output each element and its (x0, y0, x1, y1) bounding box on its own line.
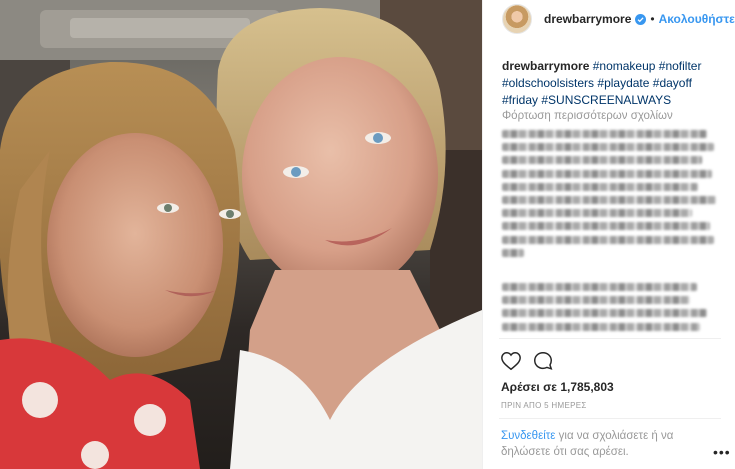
hashtag[interactable]: #SUNSCREENALWAYS (541, 93, 671, 107)
selfie-image (0, 0, 482, 469)
blurred-comment (502, 130, 722, 262)
post-caption: drewbarrymore #nomakeup #nofilter #oldsc… (502, 58, 730, 109)
blurred-comment (502, 283, 722, 336)
divider (499, 338, 721, 339)
login-prompt: Συνδεθείτε για να σχολιάσετε ή να δηλώσε… (501, 428, 691, 460)
post-side-panel: drewbarrymore • Ακολουθήστε drewbarrymor… (482, 0, 735, 469)
verified-badge-icon (635, 13, 647, 25)
post-header: drewbarrymore • Ακολουθήστε (483, 0, 735, 38)
comment-bubble-icon[interactable] (532, 350, 554, 372)
post-timestamp[interactable]: ΠΡΙΝ ΑΠΟ 5 ΗΜΕΡΕΣ (501, 401, 587, 410)
hashtag[interactable]: #playdate (597, 76, 649, 90)
more-options-icon[interactable]: ••• (713, 444, 731, 460)
follow-button[interactable]: Ακολουθήστε (659, 12, 735, 26)
hashtag[interactable]: #oldschoolsisters (502, 76, 594, 90)
hashtag[interactable]: #nofilter (659, 59, 702, 73)
login-link[interactable]: Συνδεθείτε (501, 430, 555, 442)
post-photo[interactable] (0, 0, 482, 469)
likes-count[interactable]: Αρέσει σε 1,785,803 (501, 380, 614, 394)
hashtag[interactable]: #dayoff (653, 76, 692, 90)
heart-icon[interactable] (500, 350, 522, 372)
hashtag[interactable]: #nomakeup (593, 59, 656, 73)
profile-avatar[interactable] (502, 4, 532, 34)
hashtag[interactable]: #friday (502, 93, 538, 107)
header-username[interactable]: drewbarrymore (544, 12, 631, 26)
load-more-comments-link[interactable]: Φόρτωση περισσότερων σχολίων (502, 110, 673, 122)
header-separator: • (650, 12, 655, 26)
divider (499, 418, 721, 419)
caption-username[interactable]: drewbarrymore (502, 59, 589, 73)
